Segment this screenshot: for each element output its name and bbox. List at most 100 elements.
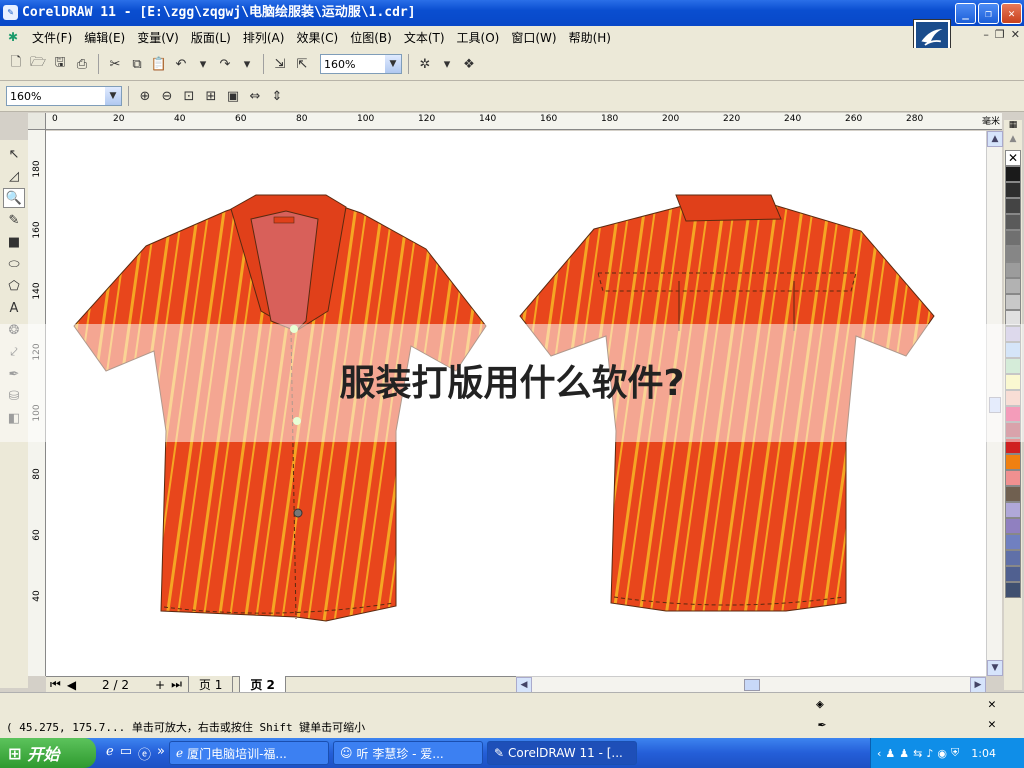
network-icon[interactable]: ⇆ [913,747,922,760]
color-swatch[interactable] [1005,278,1021,294]
menu-window[interactable]: 窗口(W) [505,29,562,46]
color-swatch[interactable] [1005,566,1021,582]
more-icon[interactable]: » [157,744,165,763]
redo-icon[interactable]: ↷ [215,54,235,74]
pick-tool-icon[interactable]: ↖ [3,144,25,164]
menu-file[interactable]: 文件(F) [26,29,78,46]
tray-expand-icon[interactable]: ‹ [877,747,881,760]
color-swatch[interactable] [1005,486,1021,502]
cut-icon[interactable]: ✂ [105,54,125,74]
corel-online-icon[interactable]: ❖ [459,54,479,74]
zoom-page-icon[interactable]: ▣ [223,86,243,106]
polygon-tool-icon[interactable]: ⬠ [3,276,25,296]
show-desktop-icon[interactable]: ▭ [120,744,132,763]
color-swatch[interactable] [1005,214,1021,230]
fill-indicator-icon[interactable]: ◈ [816,697,824,712]
menu-view[interactable]: 变量(V) [131,29,185,46]
maximize-button[interactable]: ❐ [978,3,999,24]
color-swatch[interactable] [1005,182,1021,198]
color-swatch[interactable] [1005,230,1021,246]
scroll-up-button[interactable]: ▲ [987,131,1003,147]
color-swatch[interactable] [1005,454,1021,470]
import-icon[interactable]: ⇲ [270,54,290,74]
color-swatch[interactable] [1005,550,1021,566]
menu-tools[interactable]: 工具(O) [451,29,506,46]
tab-page-1[interactable]: 页 1 [187,675,234,694]
start-button[interactable]: ⊞ 开始 [0,738,96,768]
menu-text[interactable]: 文本(T) [398,29,451,46]
color-swatch[interactable] [1005,534,1021,550]
color-swatch[interactable] [1005,166,1021,182]
prev-page-icon[interactable]: ◀ [67,678,76,692]
tab-page-2[interactable]: 页 2 [239,675,286,694]
color-swatch[interactable] [1005,198,1021,214]
task-music[interactable]: ☺ 听 李慧珍 - 爱... [332,741,483,765]
color-swatch[interactable] [1005,294,1021,310]
doc-close-button[interactable]: ✕ [1011,28,1020,41]
add-page-icon[interactable]: + [155,678,165,692]
last-page-icon[interactable]: ⏭ [171,677,182,692]
menu-layout[interactable]: 版面(L) [185,29,237,46]
doc-restore-button[interactable]: ❐ [995,28,1005,41]
ruler-origin[interactable] [28,113,46,130]
rectangle-tool-icon[interactable]: ■ [3,232,25,252]
chevron-down-icon[interactable]: ▼ [385,55,401,73]
menu-effects[interactable]: 效果(C) [290,29,344,46]
first-page-icon[interactable]: ⏮ [50,677,61,692]
menu-arrange[interactable]: 排列(A) [237,29,291,46]
chevron-down-icon[interactable]: ▼ [105,87,121,105]
export-icon[interactable]: ⇱ [292,54,312,74]
horizontal-scroll-thumb[interactable] [744,679,760,691]
scroll-left-button[interactable]: ◀ [516,677,532,693]
document-icon[interactable]: ✱ [8,30,26,44]
open-file-icon[interactable]: 🗁 [28,54,48,74]
qq-icon[interactable]: ♟ [885,747,895,760]
color-swatch[interactable] [1005,518,1021,534]
undo-icon[interactable]: ↶ [171,54,191,74]
fill-none-icon[interactable]: ✕ [988,697,996,712]
zoom-tool-icon[interactable]: 🔍 [3,188,25,208]
color-swatch[interactable] [1005,502,1021,518]
outline-indicator-icon[interactable]: ✒ [818,717,826,732]
scroll-down-button[interactable]: ▼ [987,660,1003,676]
close-button[interactable]: ✕ [1001,3,1022,24]
print-icon[interactable]: ⎙ [72,54,92,74]
color-swatch[interactable] [1005,582,1021,598]
palette-menu-icon[interactable]: ▦ [1004,120,1022,134]
zoom-levels-combo[interactable]: 160% ▼ [6,86,122,106]
application-launcher-icon[interactable]: ✲ [415,54,435,74]
launcher-dropdown-icon[interactable]: ▾ [437,54,457,74]
no-fill-swatch[interactable]: ✕ [1005,150,1021,166]
outline-none-icon[interactable]: ✕ [988,717,996,732]
scroll-right-button[interactable]: ▶ [970,677,986,693]
zoom-all-objects-icon[interactable]: ⊞ [201,86,221,106]
zoom-out-icon[interactable]: ⊖ [157,86,177,106]
doc-minimize-button[interactable]: – [983,28,989,41]
menu-help[interactable]: 帮助(H) [563,29,617,46]
shape-tool-icon[interactable]: ◿ [3,166,25,186]
shield-icon[interactable]: ⛨ [951,746,959,760]
menu-bitmaps[interactable]: 位图(B) [344,29,398,46]
ie-browser-icon[interactable]: ⓔ [138,744,151,763]
zoom-level-combo[interactable]: 160% ▼ [320,54,402,74]
freehand-tool-icon[interactable]: ✎ [3,210,25,230]
paste-icon[interactable]: 📋 [149,54,169,74]
volume-icon[interactable]: ♪ [926,747,933,760]
task-coreldraw[interactable]: ✎ CorelDRAW 11 - [... [486,741,637,765]
redo-dropdown-icon[interactable]: ▾ [237,54,257,74]
antivirus-icon[interactable]: ◉ [937,747,947,760]
new-file-icon[interactable]: 🗋 [6,54,26,74]
minimize-button[interactable]: _ [955,3,976,24]
horizontal-scrollbar[interactable]: ◀ ▶ [516,676,986,693]
horizontal-ruler[interactable]: 毫米 0 20 40 60 80 100 120 140 160 180 200 220 240 260 2… [46,113,1002,130]
color-swatch[interactable] [1005,246,1021,262]
color-swatch[interactable] [1005,262,1021,278]
save-icon[interactable]: 🖫 [50,54,70,74]
copy-icon[interactable]: ⧉ [127,54,147,74]
text-tool-icon[interactable]: A [3,298,25,318]
zoom-in-icon[interactable]: ⊕ [135,86,155,106]
zoom-page-width-icon[interactable]: ⇔ [245,86,265,106]
ie-icon[interactable]: ℯ [106,744,114,763]
palette-scroll-up-icon[interactable]: ▲ [1004,134,1022,150]
undo-dropdown-icon[interactable]: ▾ [193,54,213,74]
